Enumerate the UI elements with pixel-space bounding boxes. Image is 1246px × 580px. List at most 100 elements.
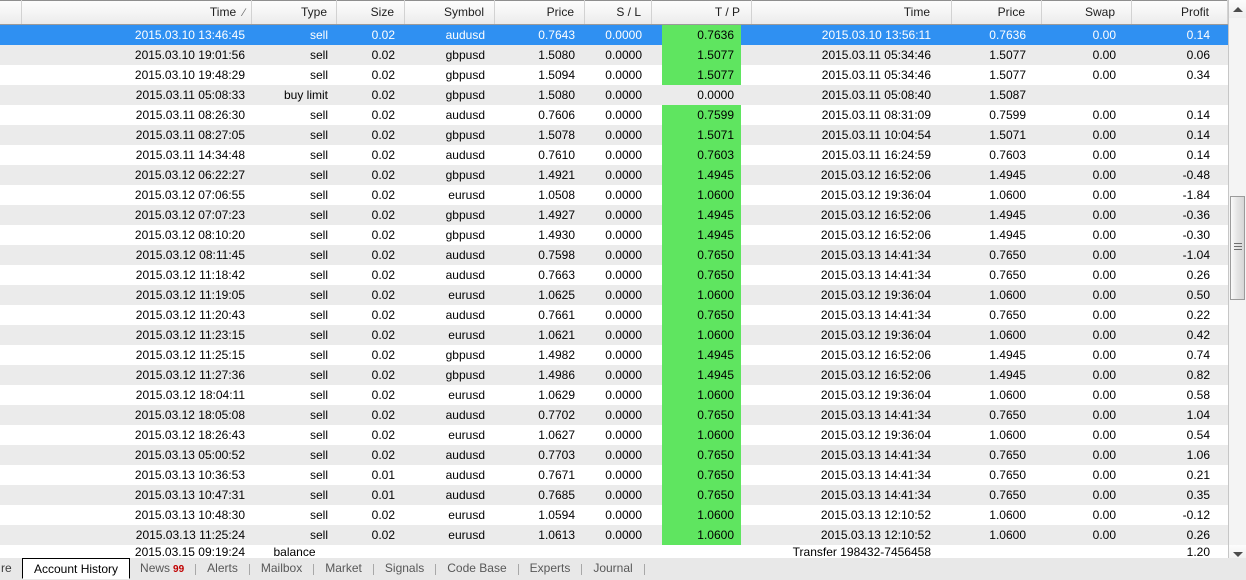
take-profit-highlight: 0.7650	[662, 265, 741, 285]
cell-close-time: 2015.03.11 05:08:40	[821, 88, 931, 102]
column-header-marker[interactable]	[0, 0, 22, 24]
tab-mailbox[interactable]: Mailbox	[251, 558, 312, 579]
cell-open-price: 0.7663	[538, 268, 575, 282]
cell-size: 0.02	[371, 148, 395, 162]
cell-size: 0.02	[371, 128, 395, 142]
scroll-up-button[interactable]	[1229, 0, 1246, 18]
cell-take-profit: 0.7650	[652, 445, 752, 465]
column-header-stop-loss[interactable]: S / L	[585, 0, 652, 24]
cell-profit: 0.42	[1186, 328, 1210, 342]
table-row[interactable]: 2015.03.12 11:20:43 sell 0.02 audusd 0.7661 0…	[0, 305, 1228, 325]
cell-size: 0.02	[371, 528, 395, 542]
table-row[interactable]: 2015.03.13 10:36:53 sell 0.01 audusd 0.7671 0…	[0, 465, 1228, 485]
cell-swap: 0.00	[1092, 368, 1116, 382]
table-row[interactable]: 2015.03.11 05:08:33 buy limit 0.02 gbpusd 1.…	[0, 85, 1228, 105]
tab-news[interactable]: News 99	[130, 558, 194, 579]
table-row[interactable]: 2015.03.12 08:11:45 sell 0.02 audusd 0.7598 0…	[0, 245, 1228, 265]
row-marker	[0, 205, 22, 225]
table-row[interactable]: 2015.03.12 11:19:05 sell 0.02 eurusd 1.0625 0…	[0, 285, 1228, 305]
cell-take-profit: 0.7650	[652, 485, 752, 505]
cell-profit: 1.06	[1186, 448, 1210, 462]
cell-close-price: 1.4945	[989, 368, 1026, 382]
take-profit-highlight: 1.0600	[662, 505, 741, 525]
row-marker	[0, 365, 22, 385]
cell-swap: 0.00	[1092, 248, 1116, 262]
cell-type: sell	[309, 188, 328, 202]
table-row[interactable]: 2015.03.12 11:25:15 sell 0.02 gbpusd 1.4982 0…	[0, 345, 1228, 365]
table-row[interactable]: 2015.03.12 08:10:20 sell 0.02 gbpusd 1.4930 0…	[0, 225, 1228, 245]
table-row[interactable]: 2015.03.10 19:01:56 sell 0.02 gbpusd 1.5080 0…	[0, 45, 1228, 65]
table-row[interactable]: 2015.03.12 11:27:36 sell 0.02 gbpusd 1.4986 0…	[0, 365, 1228, 385]
tab-journal[interactable]: Journal	[583, 558, 642, 579]
cell-take-profit: 0.0000	[652, 85, 752, 105]
cell-symbol: audusd	[445, 308, 485, 322]
vertical-scrollbar[interactable]	[1228, 0, 1246, 563]
cell-size: 0.02	[371, 88, 395, 102]
column-header-take-profit[interactable]: T / P	[652, 0, 752, 24]
column-header-size[interactable]: Size	[337, 0, 405, 24]
cell-swap: 0.00	[1092, 508, 1116, 522]
column-header-open-price[interactable]: Price	[495, 0, 585, 24]
column-header-close-time[interactable]: Time	[752, 0, 952, 24]
column-header-open-time[interactable]: Time ∕	[22, 0, 252, 24]
table-row[interactable]: 2015.03.13 05:00:52 sell 0.02 audusd 0.7703 0…	[0, 445, 1228, 465]
table-row[interactable]: 2015.03.11 14:34:48 sell 0.02 audusd 0.7610 0…	[0, 145, 1228, 165]
column-header-close-price[interactable]: Price	[952, 0, 1042, 24]
cell-size: 0.02	[371, 28, 395, 42]
tab-account-history[interactable]: Account History	[22, 558, 131, 579]
tab-label: Signals	[384, 561, 425, 575]
cell-take-profit: 0.7650	[652, 305, 752, 325]
cell-swap: 0.00	[1092, 328, 1116, 342]
column-header-profit[interactable]: Profit	[1132, 0, 1228, 24]
take-profit-highlight: 1.4945	[662, 205, 741, 225]
row-marker	[0, 525, 22, 545]
cell-symbol: eurusd	[448, 528, 485, 542]
tab-code-base[interactable]: Code Base	[437, 558, 516, 579]
row-marker	[0, 225, 22, 245]
tab-label: Code Base	[447, 561, 507, 575]
cell-close-price: 1.4945	[989, 228, 1026, 242]
table-row[interactable]: 2015.03.12 07:07:23 sell 0.02 gbpusd 1.4927 0…	[0, 205, 1228, 225]
column-header-type[interactable]: Type	[252, 0, 337, 24]
tab-signals[interactable]: Signals	[375, 558, 434, 579]
row-marker	[0, 445, 22, 465]
cell-close-time: 2015.03.13 14:41:34	[820, 448, 931, 462]
cell-stop-loss: 0.0000	[605, 108, 642, 122]
cell-open-time: 2015.03.12 06:22:27	[134, 168, 245, 182]
tab-overflow-previous[interactable]: re	[0, 558, 22, 579]
tab-separator	[517, 563, 519, 575]
table-row[interactable]: 2015.03.12 11:23:15 sell 0.02 eurusd 1.0621 0…	[0, 325, 1228, 345]
cell-open-time: 2015.03.10 19:48:29	[134, 68, 245, 82]
column-header-symbol[interactable]: Symbol	[405, 0, 495, 24]
table-row[interactable]: 2015.03.11 08:27:05 sell 0.02 gbpusd 1.5078 0…	[0, 125, 1228, 145]
table-row[interactable]: 2015.03.12 11:18:42 sell 0.02 audusd 0.7663 0…	[0, 265, 1228, 285]
table-row[interactable]: 2015.03.12 18:04:11 sell 0.02 eurusd 1.0629 0…	[0, 385, 1228, 405]
table-row[interactable]: 2015.03.13 10:47:31 sell 0.01 audusd 0.7685 0…	[0, 485, 1228, 505]
cell-stop-loss: 0.0000	[605, 148, 642, 162]
table-row[interactable]: 2015.03.12 18:26:43 sell 0.02 eurusd 1.0627 0…	[0, 425, 1228, 445]
cell-profit: 0.54	[1186, 428, 1210, 442]
table-row[interactable]: 2015.03.13 11:25:24 sell 0.02 eurusd 1.0613 0…	[0, 525, 1228, 545]
table-row[interactable]: 2015.03.10 19:48:29 sell 0.02 gbpusd 1.5094 0…	[0, 65, 1228, 85]
table-row[interactable]: 2015.03.13 10:48:30 sell 0.02 eurusd 1.0594 0…	[0, 505, 1228, 525]
cell-take-profit: 0.7650	[652, 465, 752, 485]
cell-close-time: 2015.03.13 12:10:52	[820, 508, 931, 522]
column-header-swap[interactable]: Swap	[1042, 0, 1132, 24]
take-profit-highlight: 1.5077	[662, 65, 741, 85]
cell-swap	[1042, 85, 1132, 105]
cell-take-profit: 0.7650	[652, 245, 752, 265]
table-row[interactable]: 2015.03.11 08:26:30 sell 0.02 audusd 0.7606 0…	[0, 105, 1228, 125]
tab-alerts[interactable]: Alerts	[197, 558, 248, 579]
table-row[interactable]: 2015.03.12 18:05:08 sell 0.02 audusd 0.7702 0…	[0, 405, 1228, 425]
column-header-take-profit-label: T / P	[714, 5, 740, 19]
cell-symbol: audusd	[445, 448, 485, 462]
tab-market[interactable]: Market	[315, 558, 372, 579]
tab-experts[interactable]: Experts	[520, 558, 581, 579]
table-row[interactable]: 2015.03.10 13:46:45 sell 0.02 audusd 0.7643 0…	[0, 25, 1228, 45]
cell-open-time: 2015.03.12 11:18:42	[135, 268, 245, 282]
scrollbar-thumb[interactable]	[1230, 196, 1245, 300]
table-row[interactable]: 2015.03.12 07:06:55 sell 0.02 eurusd 1.0508 0…	[0, 185, 1228, 205]
cell-open-time: 2015.03.12 07:07:23	[134, 208, 245, 222]
row-marker	[0, 125, 22, 145]
table-row[interactable]: 2015.03.12 06:22:27 sell 0.02 gbpusd 1.4921 0…	[0, 165, 1228, 185]
